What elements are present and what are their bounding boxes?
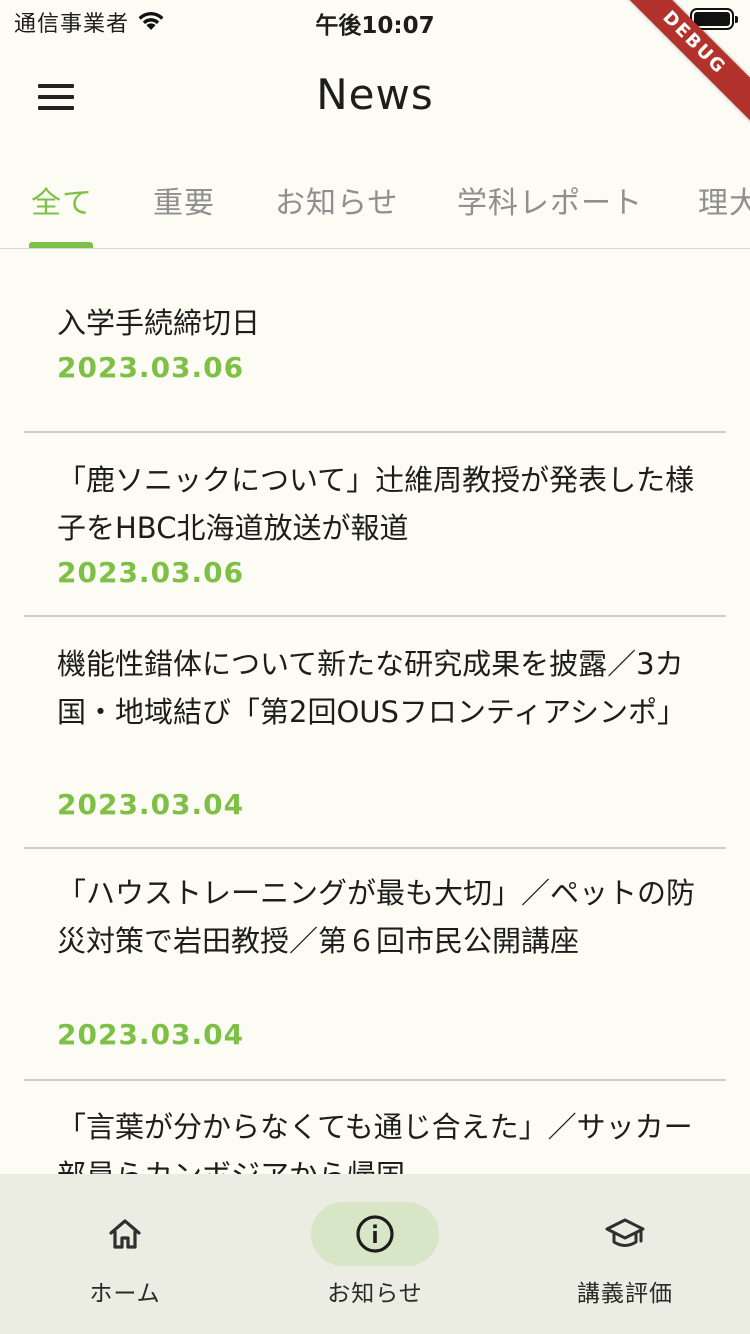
nav-label: お知らせ: [327, 1281, 423, 1307]
nav-lecture-evaluation[interactable]: 講義評価: [500, 1174, 750, 1334]
category-tabs: 全て 重要 お知らせ 学科レポート 理大: [0, 160, 750, 249]
app-bar: News: [0, 42, 750, 152]
news-item[interactable]: 「鹿ソニックについて」辻維周教授が発表した様子をHBC北海道放送が報道 2023…: [24, 433, 726, 615]
nav-home[interactable]: ホーム: [0, 1174, 250, 1334]
news-title: 入学手続締切日: [57, 306, 261, 340]
school-icon: [605, 1218, 645, 1247]
news-item[interactable]: 機能性錯体について新たな研究成果を披露／3カ国・地域結び「第2回OUSフロンティ…: [24, 617, 726, 847]
news-date: 2023.03.06: [57, 351, 245, 384]
nav-notices[interactable]: お知らせ: [250, 1174, 500, 1334]
tab-all[interactable]: 全て: [31, 178, 93, 222]
news-list: 入学手続締切日 2023.03.06 「鹿ソニックについて」辻維周教授が発表した…: [0, 249, 750, 1174]
news-title: 「鹿ソニックについて」辻維周教授が発表した様子をHBC北海道放送が報道: [57, 463, 695, 545]
nav-label: ホーム: [89, 1281, 161, 1307]
home-icon: [109, 1219, 141, 1249]
news-item[interactable]: 「言葉が分からなくても通じ合えた」／サッカー部員らカンボジアから帰国: [24, 1081, 726, 1174]
tab-department-reports[interactable]: 学科レポート: [457, 178, 643, 222]
nav-label: 講義評価: [577, 1281, 673, 1307]
news-title: 機能性錯体について新たな研究成果を披露／3カ国・地域結び「第2回OUSフロンティ…: [57, 647, 687, 729]
page-title: News: [316, 70, 434, 119]
news-screen: 通信事業者 午後10:07 DEBUG News 全て 重要 お知らせ 学科レポ…: [0, 0, 750, 1334]
active-tab-indicator: [29, 242, 93, 248]
news-title: 「言葉が分からなくても通じ合えた」／サッカー部員らカンボジアから帰国: [57, 1110, 693, 1174]
news-date: 2023.03.06: [57, 556, 245, 589]
status-time: 午後10:07: [315, 13, 435, 39]
news-date: 2023.03.04: [57, 788, 245, 821]
news-date: 2023.03.04: [57, 1018, 245, 1051]
tab-notices[interactable]: お知らせ: [275, 178, 398, 222]
info-icon: [356, 1215, 394, 1253]
tab-important[interactable]: 重要: [153, 178, 215, 222]
tab-university[interactable]: 理大: [698, 178, 750, 222]
news-item[interactable]: 入学手続締切日 2023.03.06: [24, 249, 726, 431]
news-item[interactable]: 「ハウストレーニングが最も大切」／ペットの防災対策で岩田教授／第６回市民公開講座…: [24, 849, 726, 1079]
news-title: 「ハウストレーニングが最も大切」／ペットの防災対策で岩田教授／第６回市民公開講座: [57, 876, 696, 958]
bottom-navigation: ホーム お知らせ 講義評価: [0, 1174, 750, 1334]
